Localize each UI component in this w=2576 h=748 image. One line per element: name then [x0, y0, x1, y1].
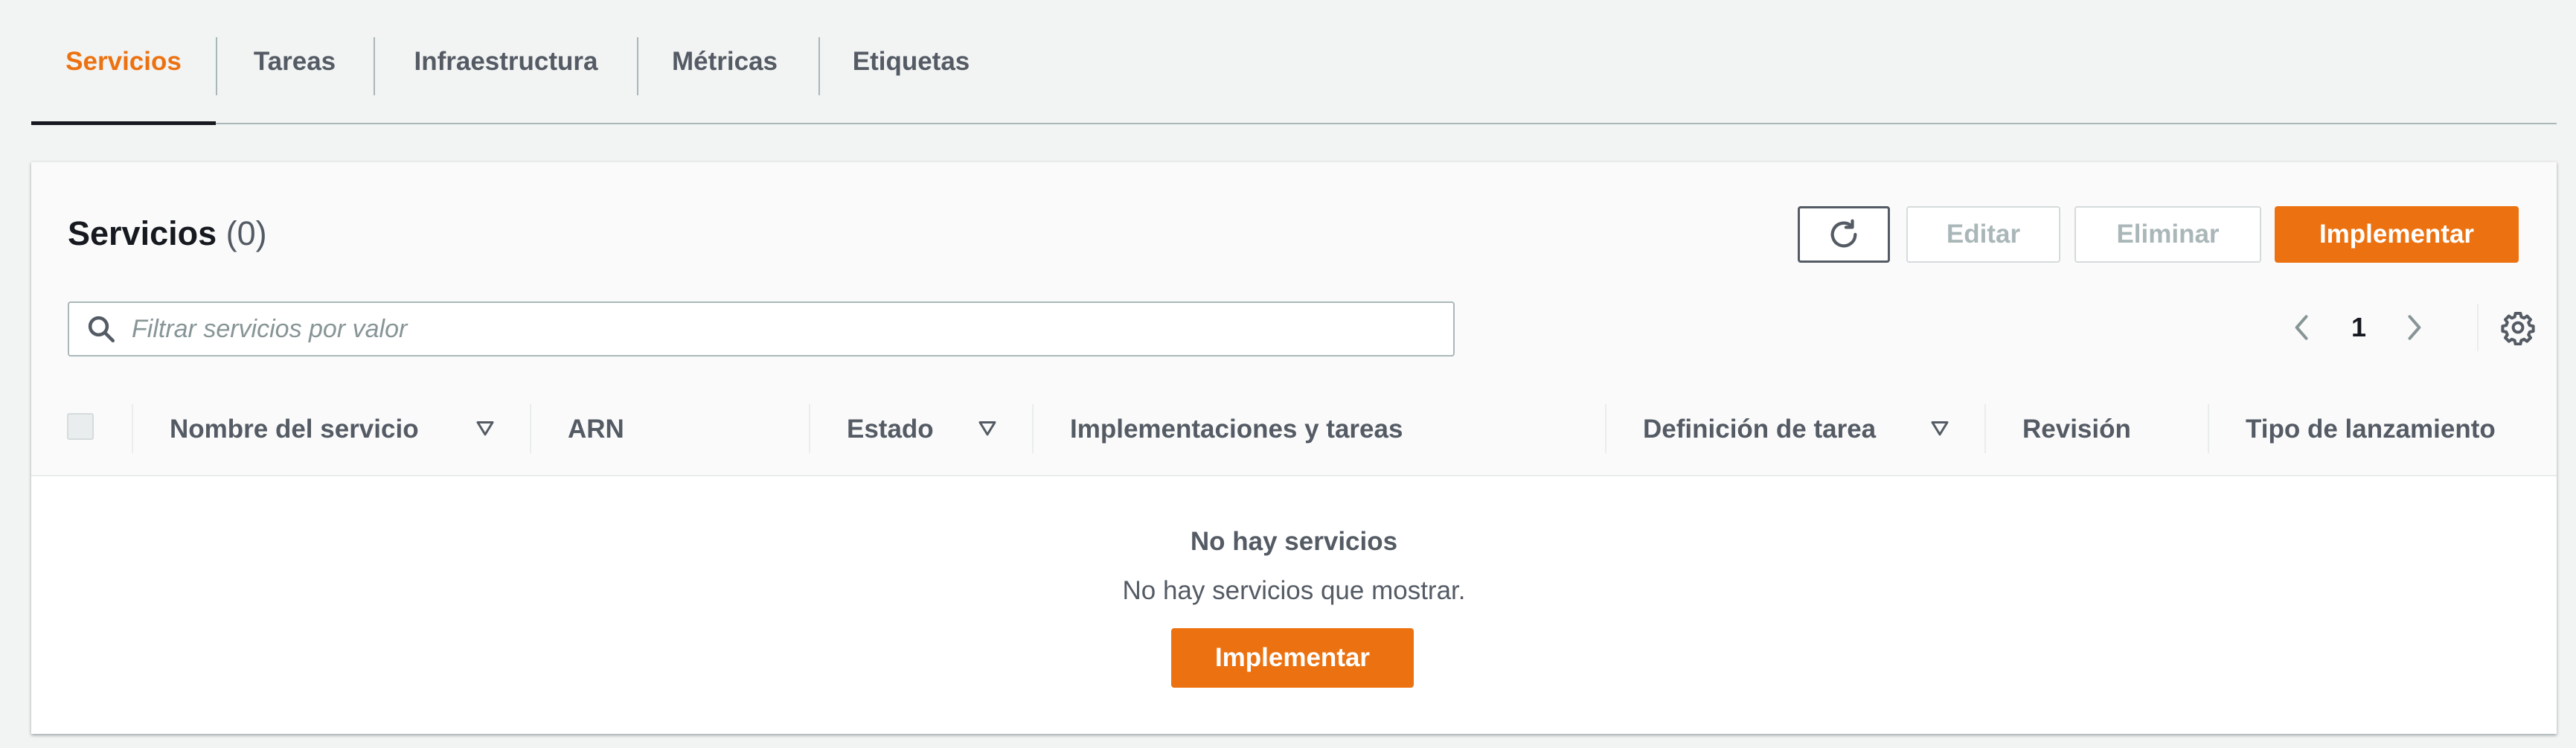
empty-state-deploy-button[interactable]: Implementar — [1171, 628, 1414, 688]
panel-title-text: Servicios — [68, 214, 217, 252]
sort-icon[interactable] — [474, 417, 496, 439]
column-header-status[interactable]: Estado — [847, 383, 934, 475]
deploy-button[interactable]: Implementar — [2275, 206, 2519, 263]
edit-button[interactable]: Editar — [1906, 206, 2060, 263]
panel-title: Servicios (0) — [68, 214, 267, 253]
column-divider — [530, 404, 531, 453]
search-icon — [88, 316, 115, 343]
column-header-service-name[interactable]: Nombre del servicio — [170, 383, 419, 475]
empty-state-title: No hay servicios — [1190, 527, 1398, 556]
column-divider — [1605, 404, 1606, 453]
tab-tareas[interactable]: Tareas — [217, 0, 372, 123]
table-header: Nombre del servicio ARN Estado Implement… — [31, 383, 2557, 476]
tab-etiquetas[interactable]: Etiquetas — [820, 0, 1002, 123]
search-field[interactable] — [68, 301, 1455, 357]
pager-divider — [2477, 304, 2479, 351]
column-header-revision[interactable]: Revisión — [2022, 383, 2131, 475]
sort-icon[interactable] — [976, 417, 999, 439]
empty-state-description: No hay servicios que mostrar. — [1122, 576, 1466, 605]
current-page-number[interactable]: 1 — [2351, 311, 2366, 344]
column-header-deployments-tasks[interactable]: Implementaciones y tareas — [1070, 383, 1403, 475]
refresh-icon — [1830, 219, 1857, 248]
panel-header: Servicios (0) Editar Eliminar Implementa… — [31, 162, 2557, 385]
column-header-task-definition[interactable]: Definición de tarea — [1643, 383, 1876, 475]
delete-button[interactable]: Eliminar — [2074, 206, 2261, 263]
column-header-arn[interactable]: ARN — [568, 383, 624, 475]
sort-icon[interactable] — [1929, 417, 1951, 439]
column-divider — [132, 404, 133, 453]
column-divider — [1984, 404, 1986, 453]
column-header-launch-type[interactable]: Tipo de lanzamiento — [2246, 383, 2496, 475]
column-divider — [1032, 404, 1034, 453]
refresh-button[interactable] — [1798, 206, 1890, 263]
chevron-left-icon[interactable] — [2286, 311, 2319, 344]
tab-servicios[interactable]: Servicios — [31, 0, 216, 125]
tab-metricas[interactable]: Métricas — [638, 0, 811, 123]
gear-icon[interactable] — [2500, 310, 2536, 345]
search-input[interactable] — [130, 313, 1398, 345]
services-panel: Servicios (0) Editar Eliminar Implementa… — [31, 162, 2557, 734]
tab-infraestructura[interactable]: Infraestructura — [375, 0, 637, 123]
chevron-right-icon[interactable] — [2397, 311, 2430, 344]
column-divider — [2208, 404, 2209, 453]
select-all-checkbox[interactable] — [67, 413, 94, 440]
tab-bar: Servicios Tareas Infraestructura Métrica… — [31, 0, 2557, 125]
services-count: (0) — [225, 214, 267, 252]
column-divider — [809, 404, 810, 453]
